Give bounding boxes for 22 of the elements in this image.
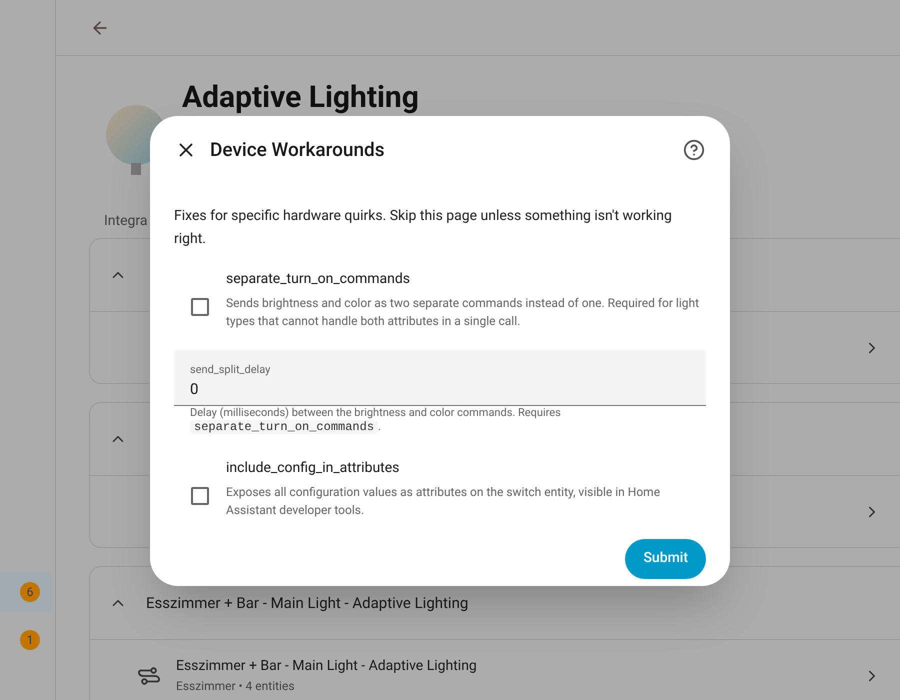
sliders-icon bbox=[138, 664, 160, 686]
number-field[interactable]: send_split_delay 0 bbox=[174, 350, 706, 406]
entry-row[interactable]: Esszimmer + Bar - Main Light - Adaptive Lighting Esszimmer • 4 entities bbox=[90, 639, 900, 700]
dialog-description: Fixes for specific hardware quirks. Skip this page unless something isn't working right. bbox=[174, 206, 673, 248]
help-button[interactable] bbox=[682, 138, 706, 162]
checkbox[interactable] bbox=[191, 298, 209, 316]
count-badge[interactable]: 6 bbox=[20, 582, 40, 602]
helper-text: Delay (milliseconds) between the brightness and color commands. Requires separate_turn_on_commands . bbox=[189, 406, 562, 434]
option-description: Exposes all configuration values as attributes on the switch entity, visible in Home Assistant developer tools. bbox=[226, 484, 662, 518]
dialog-title: Device Workarounds bbox=[210, 137, 385, 163]
option-description: Sends brightness and color as two separate commands instead of one. Required for light types that cannot handle both attributes in a single call. bbox=[226, 294, 700, 330]
entry-subtitle: Esszimmer • 4 entities bbox=[176, 678, 296, 695]
count-badge[interactable]: 1 bbox=[20, 630, 40, 650]
option-label: include_config_in_attributes bbox=[226, 458, 400, 478]
page-title: Adaptive Lighting bbox=[182, 80, 419, 116]
entry-title: Esszimmer + Bar - Main Light - Adaptive Lighting bbox=[176, 657, 478, 676]
help-icon bbox=[683, 139, 705, 162]
card-title: Esszimmer + Bar - Main Light - Adaptive Lighting bbox=[146, 592, 468, 614]
submit-button[interactable]: Submit bbox=[625, 538, 706, 578]
option-label: separate_turn_on_commands bbox=[226, 270, 411, 288]
checkbox[interactable] bbox=[191, 487, 209, 505]
section-label: Integra bbox=[104, 213, 148, 229]
